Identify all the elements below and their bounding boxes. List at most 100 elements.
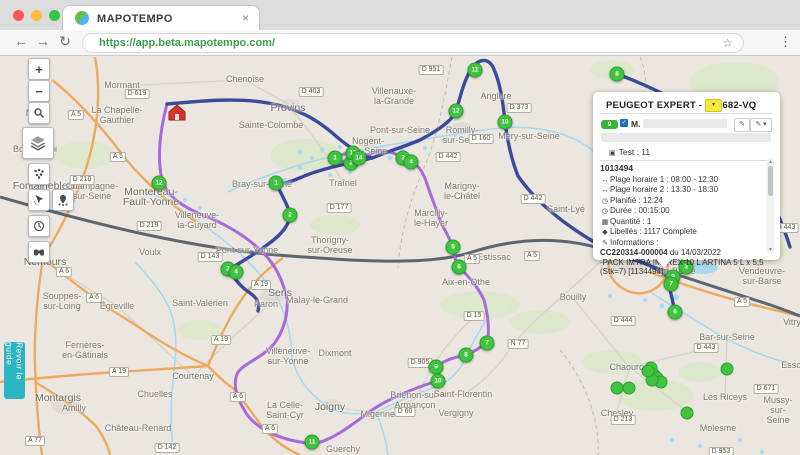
stop-marker[interactable]: 10 bbox=[498, 115, 513, 130]
stop-marker[interactable]: 8 bbox=[610, 67, 625, 82]
browser-tabstrip: MAPOTEMPO × bbox=[0, 0, 800, 30]
mapotempo-logo-icon bbox=[75, 11, 89, 25]
stop-marker[interactable]: 9 bbox=[429, 360, 444, 375]
panel-scrollbar[interactable]: ▲ ▼ bbox=[767, 158, 774, 254]
road-badge: A 5 bbox=[464, 254, 480, 264]
stop-marker[interactable]: 5 bbox=[446, 240, 461, 255]
unassigned-stop-dot[interactable] bbox=[721, 363, 734, 376]
history-button[interactable] bbox=[28, 215, 50, 237]
road-badge: A 19 bbox=[109, 367, 129, 377]
back-button[interactable]: ← bbox=[12, 33, 30, 49]
minimize-window-button[interactable] bbox=[31, 10, 42, 21]
route-visibility-checkbox[interactable]: ✓ bbox=[620, 119, 628, 127]
stop-details: 1013494 ↔Plage horaire 1 : 08:00 - 12:30… bbox=[600, 164, 766, 254]
stop-detail-row: ↔Plage horaire 1 : 08:00 - 12:30 bbox=[600, 175, 766, 186]
scrollbar-thumb[interactable] bbox=[768, 166, 773, 196]
road-badge: D 444 bbox=[611, 316, 636, 326]
clock-icon bbox=[33, 220, 45, 232]
tab-title: MAPOTEMPO bbox=[97, 13, 173, 25]
road-badge: D 442 bbox=[436, 152, 461, 162]
lasso-select-button[interactable] bbox=[28, 189, 50, 211]
stop-marker[interactable]: 6 bbox=[668, 305, 683, 320]
vehicle-popup: PEUGEOT EXPERT - BC-682-VQ ▾ 9 ✓ M. ✎ ✎ … bbox=[593, 92, 780, 260]
close-window-button[interactable] bbox=[13, 10, 24, 21]
road-badge: A 19 bbox=[211, 335, 231, 345]
cluster-toggle-button[interactable] bbox=[28, 163, 50, 185]
stop-marker[interactable]: 12 bbox=[152, 176, 167, 191]
scatter-dots-icon bbox=[33, 168, 45, 180]
stop-detail-row: ◷Durée : 00:15:00 bbox=[600, 206, 766, 217]
polygon-select-button[interactable] bbox=[52, 189, 74, 211]
scroll-up-arrow[interactable]: ▲ bbox=[767, 159, 774, 165]
road-badge: D 143 bbox=[198, 252, 223, 262]
road-badge: D 213 bbox=[611, 415, 636, 425]
road-badge: D 443 bbox=[694, 343, 719, 353]
stop-marker[interactable]: 1 bbox=[328, 151, 343, 166]
road-badge: D 953 bbox=[709, 447, 734, 455]
driver-name: M. bbox=[631, 119, 640, 129]
bookmark-star-icon[interactable]: ☆ bbox=[722, 36, 733, 50]
road-badge: D 60 bbox=[395, 407, 416, 417]
unassigned-stop-dot[interactable] bbox=[623, 382, 636, 395]
road-badge: D 142 bbox=[155, 443, 180, 453]
browser-toolbar: ← → ↻ https://app.beta.mapotempo.com/ ☆ … bbox=[0, 30, 800, 56]
tab-close-icon[interactable]: × bbox=[242, 11, 249, 25]
road-badge: A 5 bbox=[734, 297, 750, 307]
stop-marker[interactable]: 7 bbox=[664, 277, 679, 292]
road-badge: D 671 bbox=[754, 384, 779, 394]
stop-marker[interactable]: 11 bbox=[305, 435, 320, 450]
edit-vehicle-button[interactable]: ✎ bbox=[734, 118, 750, 132]
browser-tab[interactable]: MAPOTEMPO × bbox=[62, 5, 260, 31]
stop-marker[interactable]: 10 bbox=[431, 374, 446, 389]
road-badge: A 77 bbox=[25, 436, 45, 446]
edit-vehicle-dropdown[interactable]: ✎ ▾ bbox=[750, 118, 772, 132]
review-guide-label: Revoir le guide bbox=[5, 342, 25, 399]
reload-button[interactable]: ↻ bbox=[56, 33, 74, 50]
road-badge: A 19 bbox=[251, 280, 271, 290]
stop-marker[interactable]: 8 bbox=[459, 348, 474, 363]
forward-button[interactable]: → bbox=[34, 33, 52, 49]
stop-detail-row: ◷Planifié : 12:24 bbox=[600, 196, 766, 207]
magnifier-icon bbox=[33, 107, 45, 119]
review-guide-tab[interactable]: Revoir le guide bbox=[4, 342, 25, 399]
road-badge: D 219 bbox=[137, 221, 162, 231]
vehicle-color-dropdown[interactable]: ▾ bbox=[705, 99, 722, 112]
scroll-down-arrow[interactable]: ▼ bbox=[767, 247, 774, 253]
stop-marker[interactable]: 6 bbox=[452, 260, 467, 275]
stop-marker[interactable]: 2 bbox=[283, 208, 298, 223]
stop-detail-row: ✎Informations : bbox=[600, 238, 766, 249]
stop-detail-rows: ↔Plage horaire 1 : 08:00 - 12:30↔Plage h… bbox=[600, 175, 766, 249]
layers-button[interactable] bbox=[22, 127, 54, 159]
road-badge: D 951 bbox=[419, 65, 444, 75]
order-reference: CC220314-000004 du 14/03/2022 bbox=[600, 248, 766, 258]
redacted-address bbox=[601, 133, 771, 142]
url-bar[interactable]: https://app.beta.mapotempo.com/ ☆ bbox=[82, 33, 744, 53]
stop-detail-row: ◆Libellés : 1117 Complete bbox=[600, 227, 766, 238]
road-badge: D 373 bbox=[507, 103, 532, 113]
road-badge: D 442 bbox=[521, 194, 546, 204]
stop-count-badge: 9 bbox=[601, 120, 618, 129]
zoom-in-button[interactable]: + bbox=[28, 58, 50, 80]
stop-marker[interactable]: 12 bbox=[449, 104, 464, 119]
stop-marker[interactable]: 11 bbox=[468, 63, 483, 78]
browser-window: MelunBois-le-RoiFontainebleauChampagne- … bbox=[0, 0, 800, 455]
road-badge: D 160 bbox=[469, 134, 494, 144]
unassigned-stop-dot[interactable] bbox=[681, 407, 694, 420]
zoom-out-button[interactable]: − bbox=[28, 80, 50, 102]
road-badge: A 5 bbox=[110, 152, 126, 162]
stop-marker[interactable]: 7 bbox=[480, 336, 495, 351]
zoom-box-button[interactable] bbox=[28, 102, 50, 124]
road-badge: D 15 bbox=[464, 311, 485, 321]
stop-marker[interactable]: 1 bbox=[269, 176, 284, 191]
url-text: https://app.beta.mapotempo.com/ bbox=[99, 37, 275, 49]
road-badge: A 6 bbox=[86, 293, 102, 303]
maximize-window-button[interactable] bbox=[49, 10, 60, 21]
stop-detail-row: ↔Plage horaire 2 : 13:30 - 18:30 bbox=[600, 185, 766, 196]
stop-marker[interactable]: 4 bbox=[404, 155, 419, 170]
unassigned-stop-dot[interactable] bbox=[642, 365, 655, 378]
browser-menu-icon[interactable]: ⋮ bbox=[779, 34, 792, 50]
overview-button[interactable] bbox=[28, 241, 50, 263]
stop-marker[interactable]: 4 bbox=[229, 265, 244, 280]
stop-marker[interactable]: 14 bbox=[352, 151, 367, 166]
vehicle-title: PEUGEOT EXPERT - BC-682-VQ bbox=[606, 100, 756, 111]
